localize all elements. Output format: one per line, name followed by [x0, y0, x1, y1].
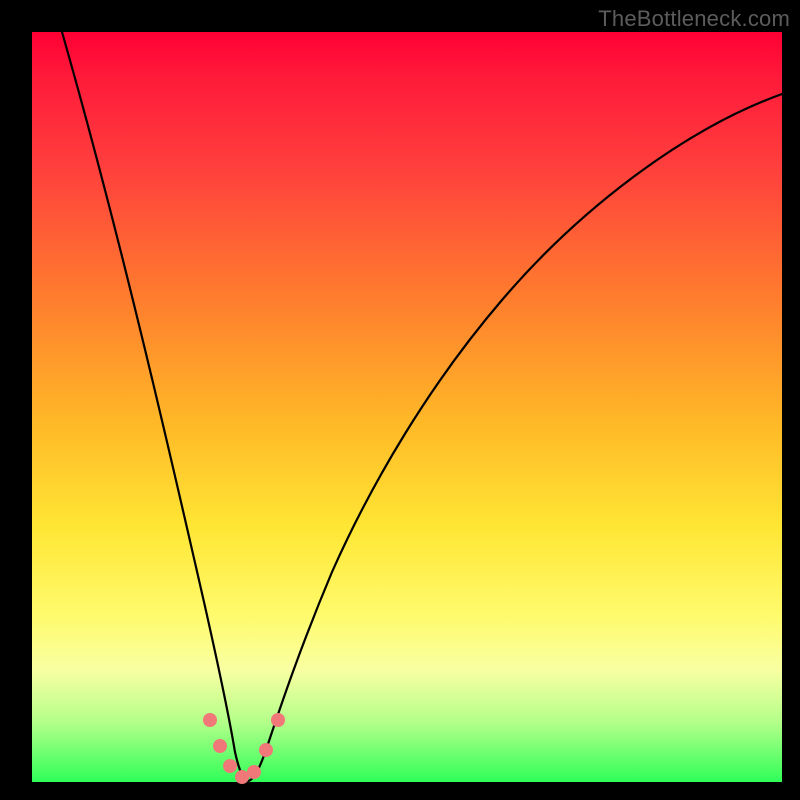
chart-plot-area: [32, 32, 782, 782]
trough-marker: [271, 713, 285, 727]
trough-marker: [235, 770, 249, 784]
bottleneck-curve: [62, 32, 782, 781]
trough-marker: [247, 765, 261, 779]
trough-marker: [203, 713, 217, 727]
trough-marker: [213, 739, 227, 753]
trough-marker: [223, 759, 237, 773]
trough-markers-group: [203, 713, 285, 784]
watermark-text: TheBottleneck.com: [598, 6, 790, 32]
chart-svg: [32, 32, 782, 782]
chart-frame: TheBottleneck.com: [0, 0, 800, 800]
trough-marker: [259, 743, 273, 757]
